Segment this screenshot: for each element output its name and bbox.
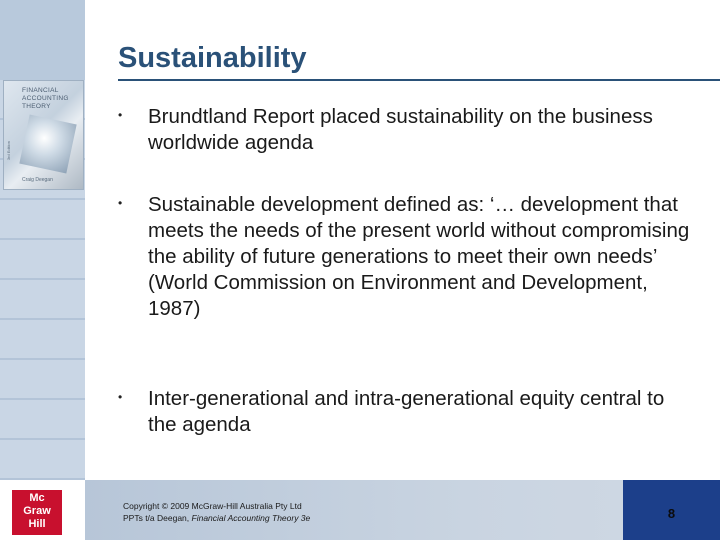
sidebar-tile-pattern	[0, 0, 85, 480]
title-divider	[118, 79, 720, 81]
ppt-credit-prefix: PPTs t/a Deegan,	[123, 513, 192, 523]
bullet-marker: •	[118, 108, 123, 122]
bullet-text: Inter-generational and intra-generationa…	[148, 387, 665, 436]
slide-title: Sustainability	[118, 42, 307, 74]
page-number-box: 8	[623, 480, 720, 540]
page-number: 8	[667, 506, 676, 521]
publisher-logo: Mc Graw Hill	[0, 480, 85, 540]
logo-text-line: Hill	[28, 518, 46, 530]
logo-text-line: Mc	[29, 492, 45, 504]
footer-text: Copyright © 2009 McGraw-Hill Australia P…	[123, 500, 310, 524]
book-title-line: THEORY	[22, 103, 51, 110]
bullet-item: • Sustainable development defined as: ‘……	[118, 192, 696, 322]
bullet-text: Brundtland Report placed sustainability …	[148, 105, 653, 154]
book-ice-graphic	[19, 114, 77, 174]
left-sidebar: FINANCIAL ACCOUNTING THEORY 3rd Edition …	[0, 0, 85, 540]
book-title-line: FINANCIAL	[22, 87, 59, 94]
bullet-text: Sustainable development defined as: ‘… d…	[148, 193, 690, 320]
mcgraw-hill-logo-icon: Mc Graw Hill	[12, 490, 62, 535]
bullet-marker: •	[118, 390, 123, 404]
bullet-item: • Brundtland Report placed sustainabilit…	[118, 104, 696, 156]
logo-text-line: Graw	[23, 505, 51, 517]
book-author: Craig Deegan	[22, 177, 53, 183]
ppt-credit-book: Financial Accounting Theory 3e	[191, 513, 311, 523]
bullet-marker: •	[118, 196, 123, 210]
copyright-text: Copyright © 2009 McGraw-Hill Australia P…	[123, 501, 302, 511]
book-title-line: ACCOUNTING	[22, 95, 69, 102]
book-title: FINANCIAL ACCOUNTING THEORY	[22, 87, 69, 111]
book-edition: 3rd Edition	[6, 141, 11, 161]
book-cover-image: FINANCIAL ACCOUNTING THEORY 3rd Edition …	[3, 80, 84, 190]
ppt-credit: PPTs t/a Deegan, Financial Accounting Th…	[123, 512, 310, 524]
bullet-item: • Inter-generational and intra-generatio…	[118, 386, 696, 438]
slide-footer: Copyright © 2009 McGraw-Hill Australia P…	[85, 480, 720, 540]
